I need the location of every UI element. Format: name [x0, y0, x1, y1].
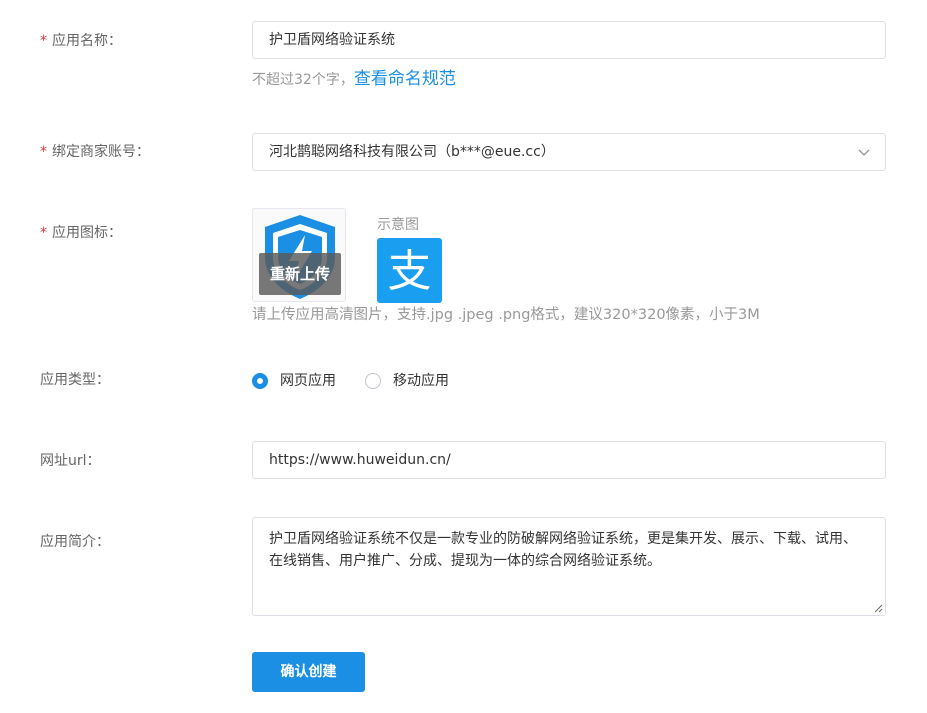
resize-handle-icon[interactable] — [873, 603, 883, 613]
radio-dot-icon — [252, 373, 268, 389]
sample-label: 示意图 — [377, 217, 419, 233]
intro-text: 护卫盾网络验证系统不仅是一款专业的防破解网络验证系统，更是集开发、展示、下载、试… — [269, 531, 857, 569]
intro-label: 应用简介： — [40, 534, 110, 550]
required-mark: * — [40, 144, 47, 160]
confirm-create-button[interactable]: 确认创建 — [252, 652, 365, 692]
alipay-icon: 支 — [377, 238, 442, 303]
app-name-input[interactable]: 护卫盾网络验证系统 — [252, 21, 886, 59]
merchant-label: * 绑定商家账号： — [40, 144, 150, 160]
required-mark: * — [40, 33, 47, 49]
required-mark: * — [40, 225, 47, 241]
merchant-select[interactable]: 河北鹊聪网络科技有限公司（b***@eue.cc） — [252, 133, 886, 171]
alipay-glyph-text: 支 — [388, 246, 432, 297]
app-name-hint: 不超过32个字，查看命名规范 — [252, 69, 456, 89]
radio-dot-icon — [365, 373, 381, 389]
app-icon-label: * 应用图标： — [40, 225, 122, 241]
app-type-label: 应用类型： — [40, 372, 110, 388]
icon-upload-box[interactable]: 重新上传 — [252, 208, 346, 302]
naming-rules-link[interactable]: 查看命名规范 — [354, 69, 456, 89]
app-name-label: * 应用名称： — [40, 33, 122, 49]
merchant-select-value: 河北鹊聪网络科技有限公司（b***@eue.cc） — [269, 144, 555, 160]
chevron-down-icon — [858, 149, 870, 156]
reupload-button[interactable]: 重新上传 — [259, 253, 341, 295]
icon-hint: 请上传应用高清图片，支持.jpg .jpeg .png格式，建议320*320像… — [252, 307, 760, 323]
url-input[interactable]: https://www.huweidun.cn/ — [252, 441, 886, 479]
url-label: 网址url： — [40, 453, 101, 469]
intro-textarea[interactable]: 护卫盾网络验证系统不仅是一款专业的防破解网络验证系统，更是集开发、展示、下载、试… — [252, 517, 886, 616]
alipay-glyph: 支 — [388, 246, 432, 297]
